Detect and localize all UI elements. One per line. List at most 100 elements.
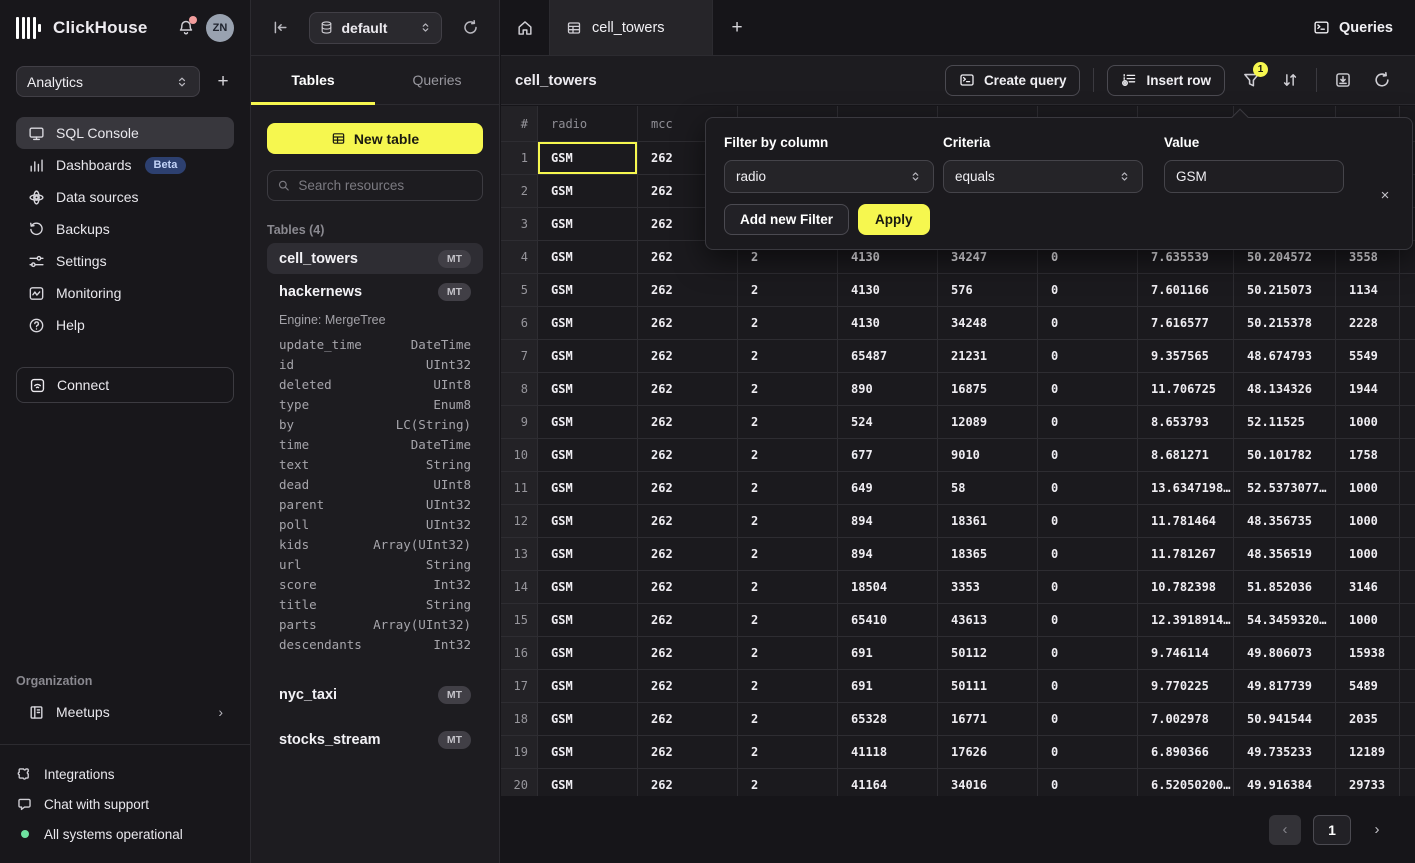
table-cell[interactable]: 524 xyxy=(838,406,938,438)
table-cell[interactable]: 1944 xyxy=(1336,373,1400,405)
table-cell[interactable]: 2 xyxy=(738,571,838,603)
database-selector[interactable]: default xyxy=(309,12,442,44)
table-cell[interactable]: 10.782398 xyxy=(1138,571,1234,603)
row-number-cell[interactable]: 19 xyxy=(501,736,538,768)
refresh-tables-button[interactable] xyxy=(457,15,483,41)
filter-criteria-select[interactable]: equals xyxy=(943,160,1143,193)
table-cell[interactable]: GSM xyxy=(538,373,638,405)
row-number-cell[interactable]: 8 xyxy=(501,373,538,405)
table-cell[interactable]: 1000 xyxy=(1336,505,1400,537)
row-number-cell[interactable]: 10 xyxy=(501,439,538,471)
table-cell[interactable]: 54.3459320… xyxy=(1234,604,1336,636)
table-cell[interactable]: 890 xyxy=(838,373,938,405)
table-cell[interactable]: 262 xyxy=(638,505,738,537)
table-cell[interactable]: 4130 xyxy=(838,307,938,339)
table-cell[interactable]: 52.11525 xyxy=(1234,406,1336,438)
table-cell[interactable]: 48.674793 xyxy=(1234,340,1336,372)
footer-item-chat-with-support[interactable]: Chat with support xyxy=(16,789,234,819)
table-cell[interactable]: 49.817739 xyxy=(1234,670,1336,702)
table-cell-selected[interactable]: GSM xyxy=(538,142,638,174)
filter-column-select[interactable]: radio xyxy=(724,160,934,193)
remove-filter-button[interactable]: × xyxy=(1374,184,1396,206)
table-cell[interactable]: 0 xyxy=(1038,604,1138,636)
table-cell[interactable]: 50.101782 xyxy=(1234,439,1336,471)
row-number-cell[interactable]: 14 xyxy=(501,571,538,603)
create-query-button[interactable]: Create query xyxy=(945,65,1081,96)
table-cell[interactable]: 5549 xyxy=(1336,340,1400,372)
table-cell[interactable]: 2 xyxy=(738,274,838,306)
table-cell[interactable]: 0 xyxy=(1038,637,1138,669)
table-cell[interactable]: 0 xyxy=(1038,505,1138,537)
table-cell[interactable]: 9.357565 xyxy=(1138,340,1234,372)
table-cell[interactable]: GSM xyxy=(538,736,638,768)
row-number-cell[interactable]: 18 xyxy=(501,703,538,735)
user-avatar[interactable]: ZN xyxy=(206,14,234,42)
table-cell[interactable]: GSM xyxy=(538,670,638,702)
table-cell[interactable]: 1134 xyxy=(1336,274,1400,306)
table-cell[interactable]: 262 xyxy=(638,406,738,438)
row-number-cell[interactable]: 2 xyxy=(501,175,538,207)
table-cell[interactable]: 65487 xyxy=(838,340,938,372)
table-cell[interactable]: 50.941544 xyxy=(1234,703,1336,735)
table-cell[interactable]: 262 xyxy=(638,538,738,570)
table-cell[interactable]: GSM xyxy=(538,604,638,636)
table-cell[interactable]: GSM xyxy=(538,637,638,669)
table-cell[interactable]: 2 xyxy=(738,373,838,405)
table-cell[interactable]: 18361 xyxy=(938,505,1038,537)
table-cell[interactable]: 2228 xyxy=(1336,307,1400,339)
filter-button[interactable]: 1 xyxy=(1238,67,1264,93)
sidebar-item-dashboards[interactable]: DashboardsBeta xyxy=(16,149,234,181)
footer-item-all-systems-operational[interactable]: All systems operational xyxy=(16,819,234,849)
table-cell[interactable]: 11.781267 xyxy=(1138,538,1234,570)
table-cell[interactable]: 17626 xyxy=(938,736,1038,768)
table-cell[interactable]: 2 xyxy=(738,439,838,471)
table-cell[interactable]: 0 xyxy=(1038,274,1138,306)
table-list-item-hackernews[interactable]: hackernewsMT xyxy=(267,276,483,307)
search-resources-box[interactable] xyxy=(267,170,483,201)
table-cell[interactable]: 18365 xyxy=(938,538,1038,570)
table-cell[interactable]: 2 xyxy=(738,736,838,768)
table-cell[interactable]: 1000 xyxy=(1336,604,1400,636)
refresh-data-button[interactable] xyxy=(1369,67,1395,93)
table-cell[interactable]: 65410 xyxy=(838,604,938,636)
column-header[interactable]: radio xyxy=(538,106,638,141)
table-cell[interactable]: 262 xyxy=(638,439,738,471)
table-cell[interactable]: GSM xyxy=(538,208,638,240)
sidebar-item-help[interactable]: Help xyxy=(16,309,234,341)
table-cell[interactable]: 677 xyxy=(838,439,938,471)
row-number-cell[interactable]: 1 xyxy=(501,142,538,174)
table-cell[interactable]: 16771 xyxy=(938,703,1038,735)
table-cell[interactable]: 2 xyxy=(738,637,838,669)
table-cell[interactable]: 262 xyxy=(638,604,738,636)
table-cell[interactable]: 50.215073 xyxy=(1234,274,1336,306)
next-page-button[interactable]: › xyxy=(1363,815,1391,845)
table-cell[interactable]: 262 xyxy=(638,571,738,603)
table-cell[interactable]: 2 xyxy=(738,505,838,537)
row-number-cell[interactable]: 6 xyxy=(501,307,538,339)
table-cell[interactable]: 51.852036 xyxy=(1234,571,1336,603)
table-cell[interactable]: 1000 xyxy=(1336,472,1400,504)
sidebar-item-monitoring[interactable]: Monitoring xyxy=(16,277,234,309)
table-cell[interactable]: 4130 xyxy=(838,274,938,306)
table-cell[interactable]: 2 xyxy=(738,472,838,504)
table-cell[interactable]: 6.890366 xyxy=(1138,736,1234,768)
table-cell[interactable]: 11.781464 xyxy=(1138,505,1234,537)
table-cell[interactable]: 894 xyxy=(838,505,938,537)
table-cell[interactable]: 5489 xyxy=(1336,670,1400,702)
table-cell[interactable]: 2 xyxy=(738,406,838,438)
home-tab[interactable] xyxy=(501,0,549,55)
table-cell[interactable]: 12089 xyxy=(938,406,1038,438)
table-cell[interactable]: 11.706725 xyxy=(1138,373,1234,405)
table-cell[interactable]: 52.5373077… xyxy=(1234,472,1336,504)
table-cell[interactable]: 0 xyxy=(1038,736,1138,768)
table-cell[interactable]: 0 xyxy=(1038,307,1138,339)
tab-tables[interactable]: Tables xyxy=(251,56,375,104)
row-number-cell[interactable]: 5 xyxy=(501,274,538,306)
table-cell[interactable]: 2 xyxy=(738,703,838,735)
table-cell[interactable]: 0 xyxy=(1038,703,1138,735)
table-cell[interactable]: 9.770225 xyxy=(1138,670,1234,702)
table-cell[interactable]: 13.6347198… xyxy=(1138,472,1234,504)
table-cell[interactable]: 0 xyxy=(1038,340,1138,372)
table-cell[interactable]: GSM xyxy=(538,703,638,735)
row-number-cell[interactable]: 11 xyxy=(501,472,538,504)
